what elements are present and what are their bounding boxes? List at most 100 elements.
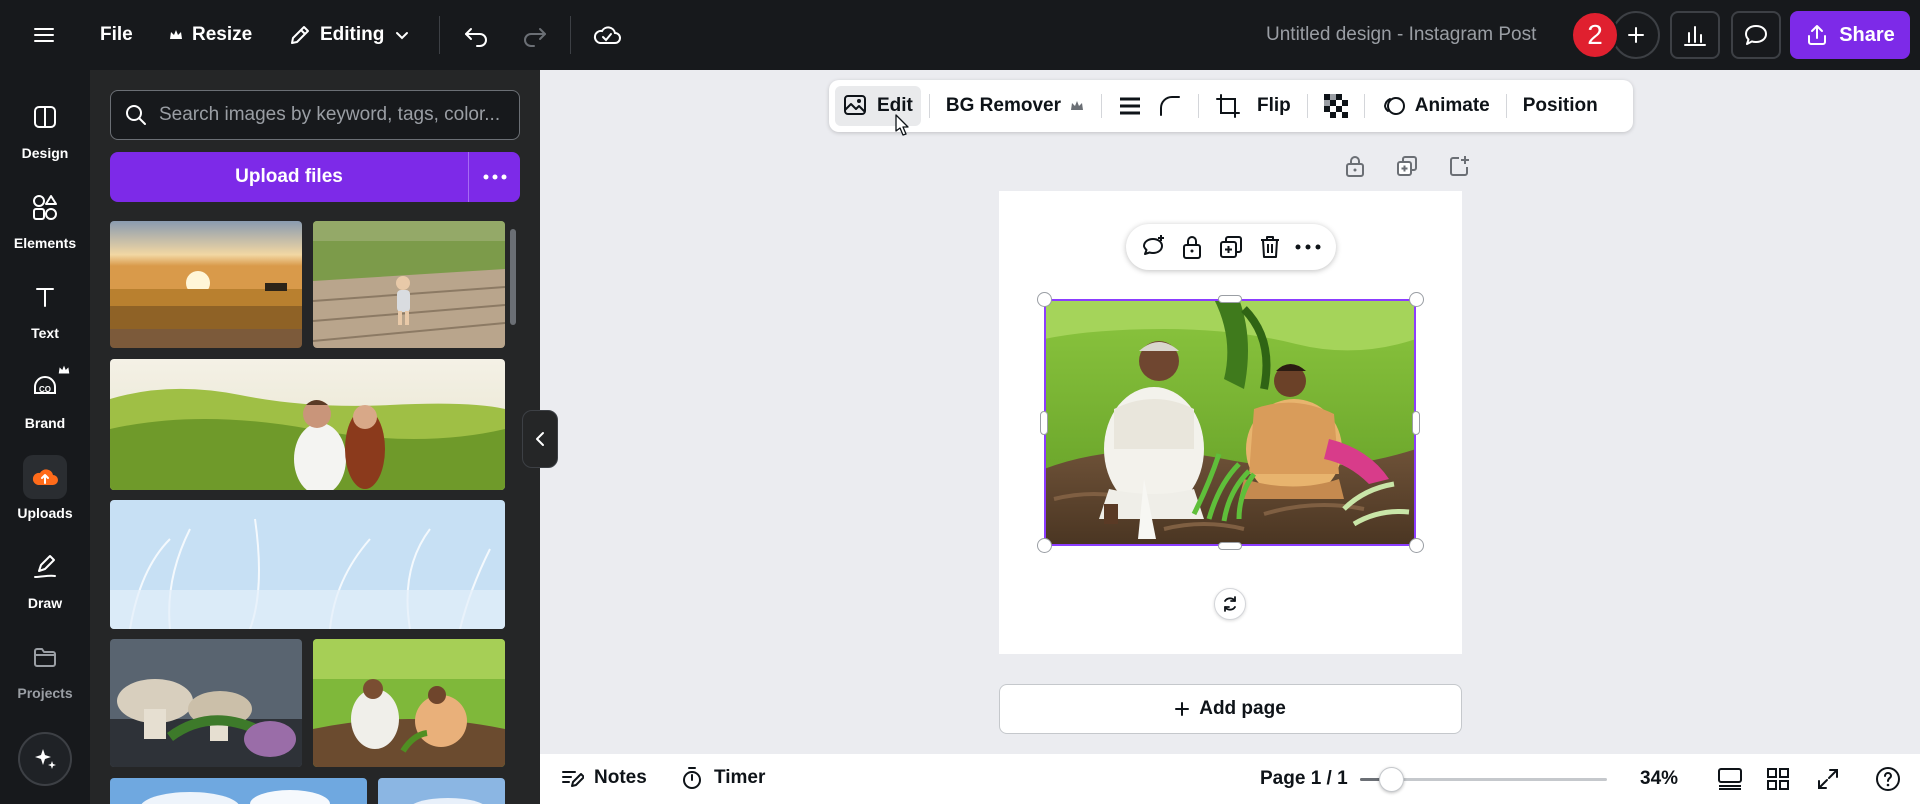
farmers-thumbnail-image [313,639,505,767]
redo-icon [524,28,546,47]
resize-handle-left[interactable] [1040,411,1048,435]
lock-icon[interactable] [1180,234,1204,260]
pencil-icon [291,26,309,44]
add-page-label: Add page [1199,698,1286,719]
toolbar-divider [1505,94,1507,118]
mushrooms-image [110,639,302,767]
document-title[interactable]: Untitled design - Instagram Post [1266,0,1536,70]
add-collaborator-button[interactable] [1612,11,1660,59]
insights-button[interactable] [1670,11,1720,59]
rail-label: Elements [13,235,77,251]
resize-handle-top-left[interactable] [1037,292,1052,307]
sparkle-icon [35,749,56,769]
trash-icon[interactable] [1258,234,1282,260]
rail-label: Draw [27,595,63,611]
rail-item-uploads[interactable]: Uploads [0,448,90,528]
editing-mode-dropdown[interactable]: Editing [276,13,424,57]
resize-handle-top-right[interactable] [1409,292,1424,307]
zoom-slider-knob[interactable] [1379,767,1405,792]
toolbar-divider [1363,94,1365,118]
transparency-button[interactable] [1316,86,1356,126]
rail-item-text[interactable]: Text [0,268,90,348]
help-icon[interactable] [1875,766,1901,792]
resize-handle-bottom-right[interactable] [1409,538,1424,553]
resize-button[interactable]: Resize [156,13,264,57]
page-view-icon[interactable] [1717,767,1743,791]
lock-icon[interactable] [1344,154,1366,178]
plus-icon [1628,27,1644,43]
crown-icon [170,30,182,39]
page-indicator[interactable]: Page 1 / 1 [1260,768,1348,790]
upload-thumbnail[interactable] [110,359,505,490]
zoom-slider[interactable] [1360,767,1607,792]
rail-item-draw[interactable]: Draw [0,538,90,618]
fullscreen-icon[interactable] [1816,767,1840,791]
svg-text:CO: CO [39,385,51,394]
notes-button[interactable]: Notes [560,766,647,790]
more-horizontal-icon[interactable] [1295,244,1321,250]
rail-item-design[interactable]: Design [0,88,90,168]
rail-item-elements[interactable]: Elements [0,178,90,258]
resize-handle-bottom-left[interactable] [1037,538,1052,553]
border-style-icon [1120,97,1140,115]
flip-label: Flip [1257,95,1291,116]
share-upload-icon [1808,25,1827,45]
redo-button[interactable] [512,13,556,57]
resize-handle-bottom[interactable] [1218,542,1242,550]
corner-rounding-button[interactable] [1150,86,1190,126]
border-style-button[interactable] [1110,86,1150,126]
rail-label: Design [21,145,69,161]
shapes-icon [33,195,57,220]
resize-handle-right[interactable] [1412,411,1420,435]
search-box[interactable] [110,90,520,140]
upload-thumbnail[interactable] [110,639,302,767]
toolbar-divider [1306,94,1308,118]
rotate-handle[interactable] [1214,588,1246,620]
timer-button[interactable]: Timer [680,766,765,790]
upload-thumbnail[interactable] [110,778,367,804]
upload-more-button[interactable] [469,152,520,202]
position-button[interactable]: Position [1515,86,1606,126]
bg-remover-button[interactable]: BG Remover [938,86,1093,126]
resize-handle-top[interactable] [1218,295,1242,303]
rail-item-brand[interactable]: CO Brand [0,358,90,438]
collapse-panel-button[interactable] [522,410,558,468]
mouse-pointer-icon [895,114,909,136]
pen-icon [34,555,56,578]
hamburger-icon [34,28,54,42]
add-page-icon[interactable] [1448,154,1470,178]
selected-photo[interactable] [1044,299,1416,546]
scrollbar-thumb[interactable] [510,229,516,325]
animate-button[interactable]: Animate [1373,86,1498,126]
rail-item-projects[interactable]: Projects [0,628,90,708]
upload-thumbnail[interactable] [110,500,505,629]
save-status-button[interactable] [584,13,630,57]
collaborator-avatar[interactable]: 2 [1571,11,1619,59]
add-comment-icon[interactable] [1141,234,1167,260]
couple-tea-field-image [110,359,505,490]
upload-thumbnail[interactable] [378,778,505,804]
search-input[interactable] [159,104,499,126]
share-button[interactable]: Share [1790,11,1910,59]
sunset-field-image [110,221,302,348]
undo-button[interactable] [455,13,499,57]
main-menu-button[interactable] [24,13,64,57]
upload-thumbnail[interactable] [313,221,505,348]
upload-thumbnail[interactable] [313,639,505,767]
duplicate-page-icon[interactable] [1396,154,1418,178]
panel-scrollbar[interactable] [509,221,517,804]
upload-files-button[interactable]: Upload files [110,152,469,202]
duplicate-icon[interactable] [1218,234,1244,260]
comments-button[interactable] [1731,11,1781,59]
image-context-toolbar: Edit BG Remover Flip Animate Position [829,80,1633,132]
layout-icon [34,106,56,128]
flip-button[interactable]: Flip [1249,86,1299,126]
grid-view-icon[interactable] [1766,767,1790,791]
add-page-button[interactable]: Add page [999,684,1462,734]
crop-button[interactable] [1207,86,1249,126]
magic-assistant-button[interactable] [18,732,72,786]
farmers-photo-image [1044,299,1416,546]
upload-thumbnail[interactable] [110,221,302,348]
file-menu-button[interactable]: File [88,13,145,57]
zoom-level[interactable]: 34% [1640,768,1678,790]
